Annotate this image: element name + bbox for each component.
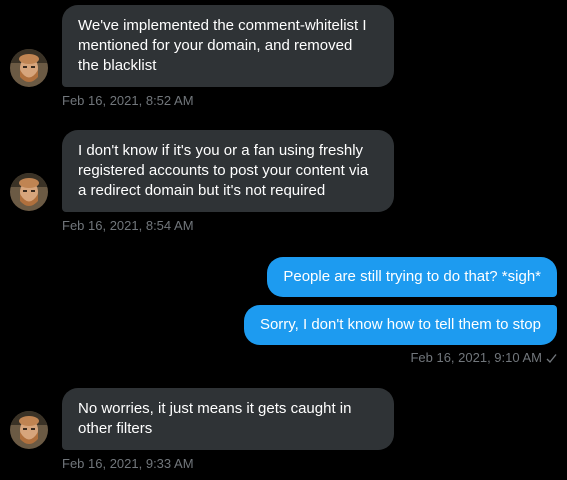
message-timestamp: Feb 16, 2021, 9:10 AM [410,350,542,365]
dm-conversation: We've implemented the comment-whitelist … [0,0,567,480]
checkmark-icon [546,353,557,363]
message-timestamp: Feb 16, 2021, 8:52 AM [62,93,194,108]
message-timestamp: Feb 16, 2021, 8:54 AM [62,218,194,233]
message-bubble-outgoing[interactable]: People are still trying to do that? *sig… [267,257,557,297]
message-bubble-incoming[interactable]: We've implemented the comment-whitelist … [62,5,394,87]
sender-avatar-icon[interactable] [10,49,48,87]
message-bubble-incoming[interactable]: I don't know if it's you or a fan using … [62,130,394,212]
message-timestamp: Feb 16, 2021, 9:33 AM [62,456,194,471]
message-bubble-outgoing[interactable]: Sorry, I don't know how to tell them to … [243,305,557,345]
message-bubble-incoming[interactable]: No worries, it just means it gets caught… [62,388,394,450]
message-timestamp-row: Feb 16, 2021, 9:10 AM [410,350,557,366]
sender-avatar-icon[interactable] [10,173,48,211]
sender-avatar-icon[interactable] [10,411,48,449]
